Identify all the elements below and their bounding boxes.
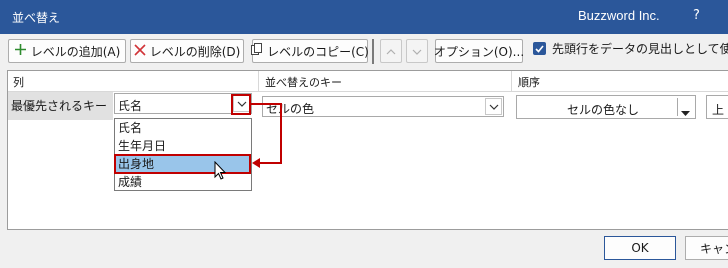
brand-label: Buzzword Inc. bbox=[578, 8, 660, 23]
help-button[interactable]: ? bbox=[693, 8, 700, 23]
add-level-button[interactable]: レベルの追加(A) bbox=[8, 39, 126, 63]
title-bar: 並べ替え Buzzword Inc. ? bbox=[0, 0, 728, 34]
dialog-title: 並べ替え bbox=[12, 11, 61, 25]
chevron-up-icon bbox=[386, 44, 396, 58]
copy-level-button[interactable]: レベルのコピー(C) bbox=[251, 39, 369, 63]
order-dropdown-value: セルの色なし bbox=[567, 103, 640, 117]
header-divider bbox=[511, 71, 512, 92]
caret-down-icon[interactable] bbox=[681, 105, 690, 119]
chevron-down-icon bbox=[412, 44, 422, 58]
add-level-label: レベルの追加(A) bbox=[30, 44, 121, 59]
dropdown-option[interactable]: 生年月日 bbox=[115, 137, 251, 155]
annotation-highlight-option bbox=[114, 154, 251, 174]
header-row-option[interactable]: 先頭行をデータの見出しとして使用す bbox=[533, 40, 728, 57]
order-dropdown-divider bbox=[677, 98, 678, 116]
ok-label: OK bbox=[631, 241, 649, 255]
order-dropdown[interactable]: セルの色なし bbox=[516, 95, 696, 119]
options-button[interactable]: オプション(O)... bbox=[433, 39, 525, 63]
sort-on-dropdown-arrow[interactable] bbox=[485, 98, 502, 115]
dropdown-option[interactable]: 氏名 bbox=[115, 119, 251, 137]
position-dropdown-value: 上 bbox=[712, 103, 725, 117]
chevron-down-icon bbox=[489, 104, 498, 110]
mouse-cursor-icon bbox=[214, 161, 227, 180]
annotation-arrow-icon bbox=[251, 103, 282, 168]
sort-on-dropdown[interactable]: セルの色 bbox=[262, 96, 504, 117]
header-row-checkbox[interactable] bbox=[533, 42, 546, 55]
position-dropdown[interactable]: 上 bbox=[706, 95, 728, 119]
header-divider bbox=[258, 71, 259, 92]
column-dropdown-value: 氏名 bbox=[118, 99, 143, 113]
grid-header: 列 並べ替えのキー 順序 bbox=[8, 71, 728, 92]
dropdown-option[interactable]: 成績 bbox=[115, 173, 251, 191]
order-header: 順序 bbox=[518, 76, 540, 89]
cancel-label: キャン bbox=[700, 241, 728, 256]
plus-icon bbox=[14, 43, 27, 59]
column-header: 列 bbox=[13, 76, 24, 89]
move-down-button[interactable] bbox=[406, 39, 428, 63]
header-row-checkbox-label: 先頭行をデータの見出しとして使用す bbox=[552, 42, 728, 56]
copy-icon bbox=[251, 43, 263, 59]
checkmark-icon bbox=[535, 44, 544, 53]
options-label: オプション(O)... bbox=[433, 44, 525, 59]
move-up-button[interactable] bbox=[380, 39, 402, 63]
sort-on-header: 並べ替えのキー bbox=[265, 76, 342, 89]
delete-level-label: レベルの削除(D) bbox=[149, 44, 241, 59]
cancel-button[interactable]: キャン bbox=[685, 236, 728, 260]
annotation-highlight-arrow-button bbox=[231, 94, 251, 115]
copy-level-label: レベルのコピー(C) bbox=[267, 44, 369, 59]
sort-level-label: 最優先されるキー bbox=[11, 99, 108, 113]
ok-button[interactable]: OK bbox=[604, 236, 676, 260]
toolbar-separator bbox=[372, 39, 374, 64]
delete-x-icon bbox=[134, 43, 146, 59]
delete-level-button[interactable]: レベルの削除(D) bbox=[130, 39, 244, 63]
